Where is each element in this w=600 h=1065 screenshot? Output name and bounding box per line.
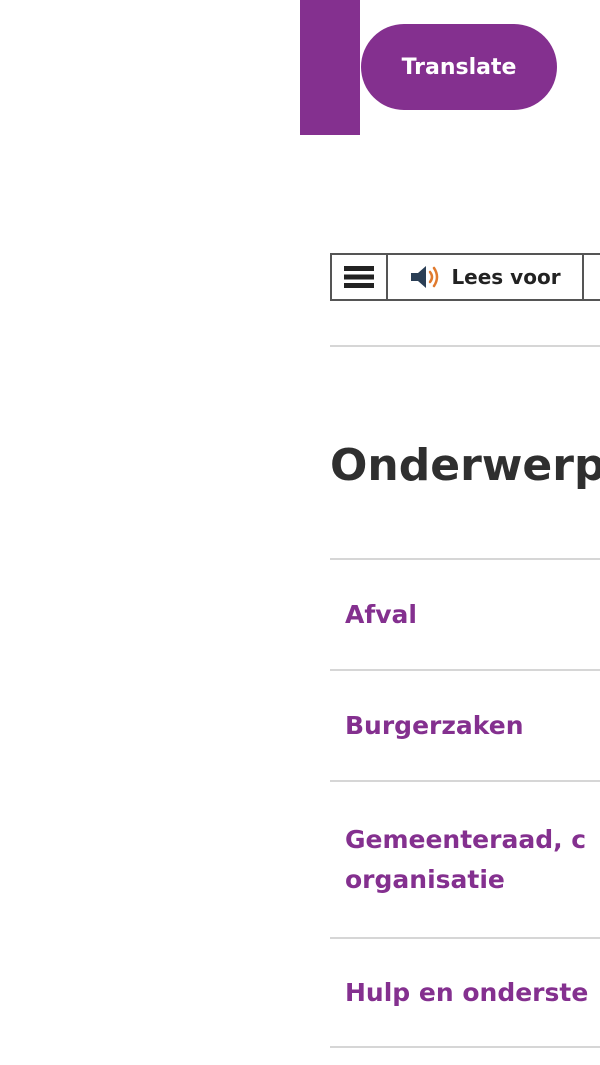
- list-item: Afval: [330, 558, 600, 669]
- speaker-icon: [411, 266, 439, 288]
- read-aloud-label: Lees voor: [451, 265, 561, 289]
- page: Translate Lees voor Onderwerp Afval Burg…: [0, 0, 600, 1065]
- read-aloud-button[interactable]: Lees voor: [388, 255, 584, 299]
- translate-button[interactable]: Translate: [361, 24, 557, 110]
- page-title: Onderwerp: [330, 440, 600, 491]
- readspeaker-toolbar: Lees voor: [330, 253, 600, 301]
- topic-link-line: organisatie: [345, 864, 505, 894]
- toolbar-menu-button[interactable]: [332, 255, 388, 299]
- topic-link-gemeenteraad[interactable]: Gemeenteraad, c organisatie: [345, 820, 586, 900]
- list-item: Hulp en onderste: [330, 937, 600, 1048]
- topic-link-line: Gemeenteraad, c: [345, 824, 587, 854]
- topic-list: Afval Burgerzaken Gemeenteraad, c organi…: [330, 558, 600, 1048]
- hamburger-menu-icon: [344, 266, 374, 288]
- topic-link-afval[interactable]: Afval: [345, 595, 417, 635]
- topic-link-burgerzaken[interactable]: Burgerzaken: [345, 706, 524, 746]
- brand-tab: [300, 0, 360, 135]
- toolbar-next-segment[interactable]: [584, 255, 600, 299]
- list-item: Burgerzaken: [330, 669, 600, 780]
- section-divider: [330, 345, 600, 347]
- list-item: Gemeenteraad, c organisatie: [330, 780, 600, 937]
- topic-link-hulp-en-ondersteuning[interactable]: Hulp en onderste: [345, 973, 588, 1013]
